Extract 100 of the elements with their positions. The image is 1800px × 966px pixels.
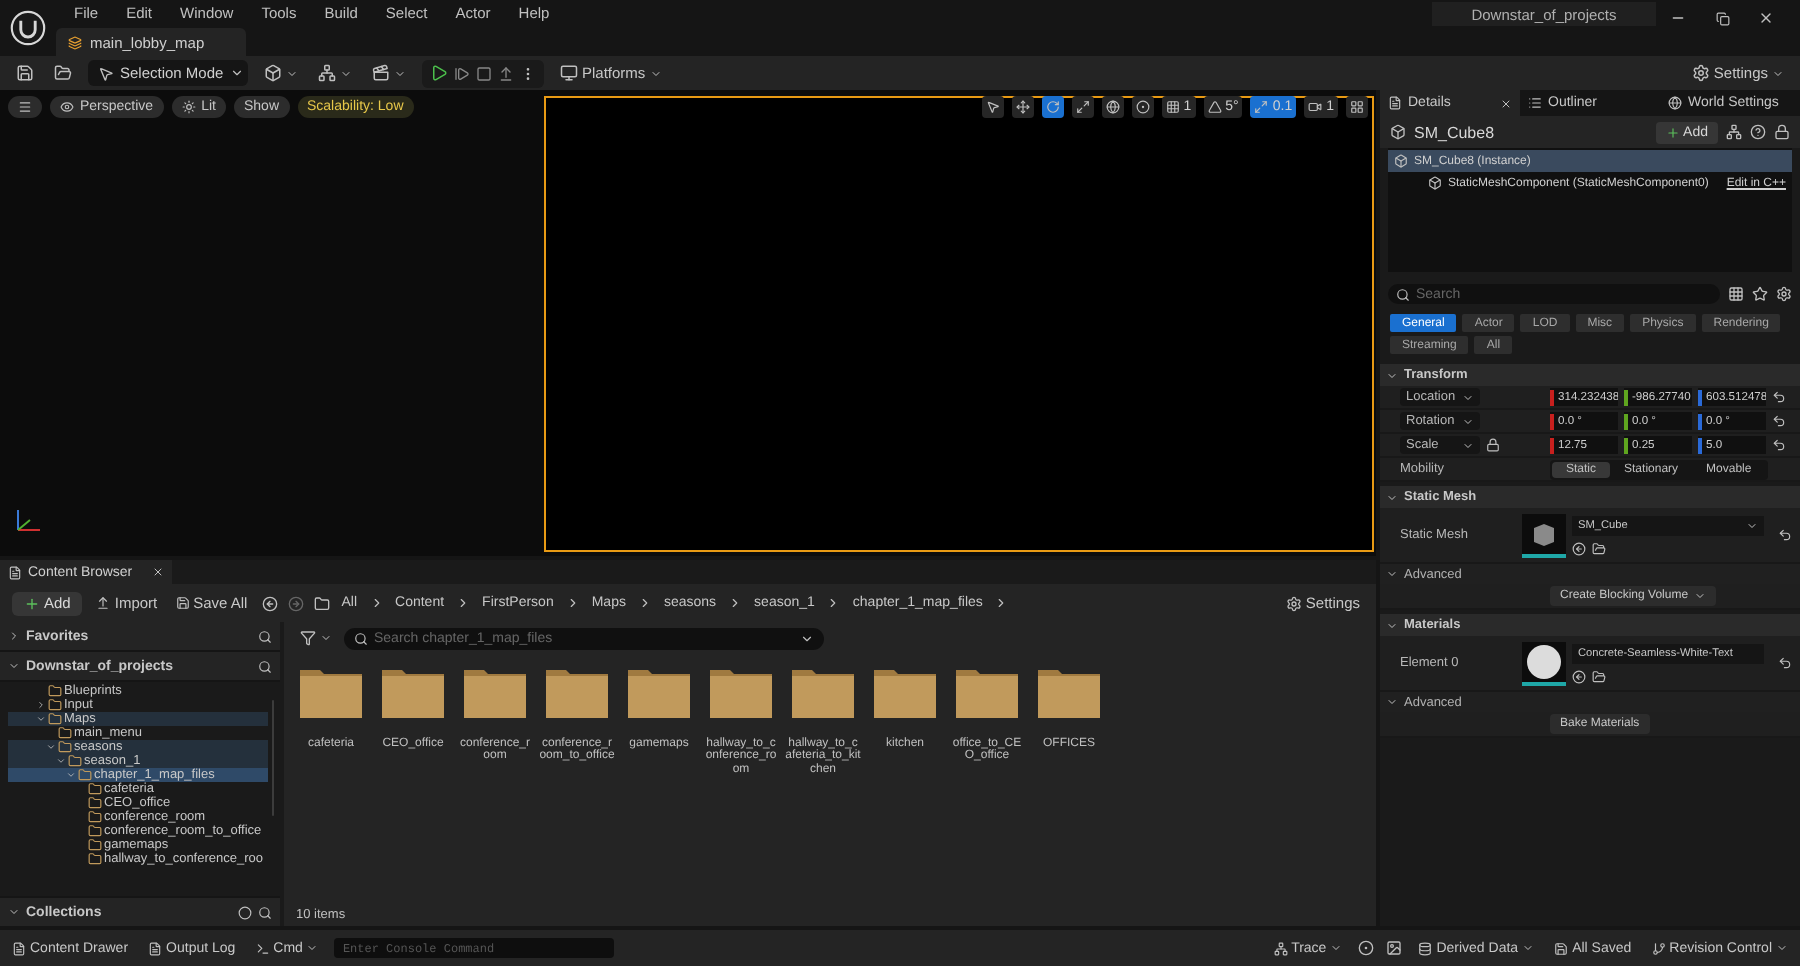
search-icon[interactable] xyxy=(258,905,272,919)
asset-thumbnail[interactable] xyxy=(1522,513,1566,557)
close-icon xyxy=(1758,10,1774,26)
monitor-icon xyxy=(560,64,578,82)
step-icon[interactable] xyxy=(454,65,470,81)
caret-icon xyxy=(394,67,406,79)
close-icon[interactable] xyxy=(152,566,164,578)
cube-icon xyxy=(1530,519,1558,547)
lock-icon[interactable] xyxy=(1774,124,1790,140)
target-icon xyxy=(1135,99,1150,113)
nodes-icon xyxy=(318,64,336,82)
restore-icon xyxy=(1715,11,1729,25)
reset-icon[interactable] xyxy=(1772,414,1786,428)
move-icon xyxy=(1015,99,1030,113)
chevron-icon xyxy=(994,596,1009,610)
caret-icon xyxy=(8,660,20,672)
folder-icon xyxy=(956,666,1018,718)
grid-icon[interactable] xyxy=(1728,286,1744,302)
cube-icon xyxy=(1428,176,1442,190)
globe-icon xyxy=(1668,96,1682,110)
folder-icon xyxy=(1038,666,1100,718)
scrollbar[interactable] xyxy=(271,700,274,816)
caret-icon xyxy=(1330,942,1343,954)
play-icon[interactable] xyxy=(430,64,448,82)
search-icon[interactable] xyxy=(258,629,272,643)
transform-tool[interactable] xyxy=(1041,95,1064,117)
forward-icon[interactable] xyxy=(287,595,304,611)
list-icon xyxy=(1528,96,1542,110)
chevron-icon xyxy=(565,596,580,610)
terminal-icon xyxy=(255,941,270,955)
chevron-icon xyxy=(826,596,841,610)
reset-icon[interactable] xyxy=(1778,528,1792,542)
caret-icon xyxy=(1746,519,1758,531)
level-icon xyxy=(68,35,82,49)
menu-icon xyxy=(18,99,32,113)
blueprint-button[interactable] xyxy=(314,59,356,87)
clapperboard-icon xyxy=(372,64,390,82)
folder-icon xyxy=(628,666,690,718)
chevron-icon xyxy=(728,596,743,610)
record-icon[interactable] xyxy=(1358,940,1375,956)
angle-icon xyxy=(1207,99,1222,113)
back-icon[interactable] xyxy=(261,595,278,611)
transform-tool[interactable] xyxy=(1071,95,1094,117)
folder-icon[interactable] xyxy=(1592,541,1606,555)
rotate-icon xyxy=(1045,99,1060,113)
browse-icon[interactable] xyxy=(1572,541,1586,555)
chevron-icon xyxy=(369,596,384,610)
add-actor-button[interactable] xyxy=(260,59,302,87)
grid-icon xyxy=(1165,99,1180,113)
logo-icon[interactable] xyxy=(10,10,46,46)
screenshot-icon[interactable] xyxy=(1386,940,1403,956)
eye-icon xyxy=(60,99,74,113)
transform-tool[interactable] xyxy=(1011,95,1034,117)
folder-icon xyxy=(874,666,936,718)
folder-icon[interactable] xyxy=(1592,669,1606,683)
world-space-button[interactable] xyxy=(1101,95,1124,117)
settings-icon[interactable] xyxy=(1776,286,1792,302)
reset-icon[interactable] xyxy=(1772,390,1786,404)
cube-icon xyxy=(1390,124,1406,140)
surface-snap-button[interactable] xyxy=(1131,95,1154,117)
browse-icon[interactable] xyxy=(1572,669,1586,683)
save-icon xyxy=(1554,941,1569,955)
caret-icon xyxy=(286,67,298,79)
close-icon xyxy=(1500,97,1512,109)
transform-tool[interactable] xyxy=(981,95,1004,117)
caret-icon xyxy=(1522,942,1535,954)
caret-icon xyxy=(1386,491,1398,503)
caret-icon xyxy=(1386,619,1398,631)
caret-icon xyxy=(800,631,814,645)
lock-icon[interactable] xyxy=(1486,438,1500,452)
caret-icon xyxy=(306,942,319,954)
folder-icon xyxy=(464,666,526,718)
folder-icon xyxy=(792,666,854,718)
folder-icon xyxy=(54,64,72,82)
chevron-icon xyxy=(637,596,652,610)
stop-icon[interactable] xyxy=(476,65,492,81)
layout-button[interactable] xyxy=(1346,95,1368,117)
actor-name: SM_Cube8 xyxy=(1414,123,1497,141)
caret-icon xyxy=(1776,942,1788,954)
scale-icon xyxy=(1075,99,1090,113)
folder-icon xyxy=(313,595,330,611)
star-icon[interactable] xyxy=(1752,286,1768,302)
database-icon xyxy=(1418,941,1433,955)
asset-thumbnail[interactable] xyxy=(1522,641,1566,685)
caret-icon xyxy=(320,632,332,644)
save-icon xyxy=(16,64,34,82)
cinematics-button[interactable] xyxy=(368,59,410,87)
help-icon[interactable] xyxy=(1750,124,1766,140)
filter-icon xyxy=(300,630,316,646)
globe-icon xyxy=(1105,99,1120,113)
reset-icon[interactable] xyxy=(1772,438,1786,452)
viewport-menu-button[interactable] xyxy=(8,95,42,117)
caret-icon xyxy=(8,630,20,642)
save-icon xyxy=(175,596,190,610)
search-icon[interactable] xyxy=(258,659,272,673)
folder-icon xyxy=(546,666,608,718)
search-icon xyxy=(1396,287,1410,301)
reset-icon[interactable] xyxy=(1778,656,1792,670)
chevron-icon xyxy=(456,596,471,610)
settings-icon xyxy=(1691,64,1710,82)
